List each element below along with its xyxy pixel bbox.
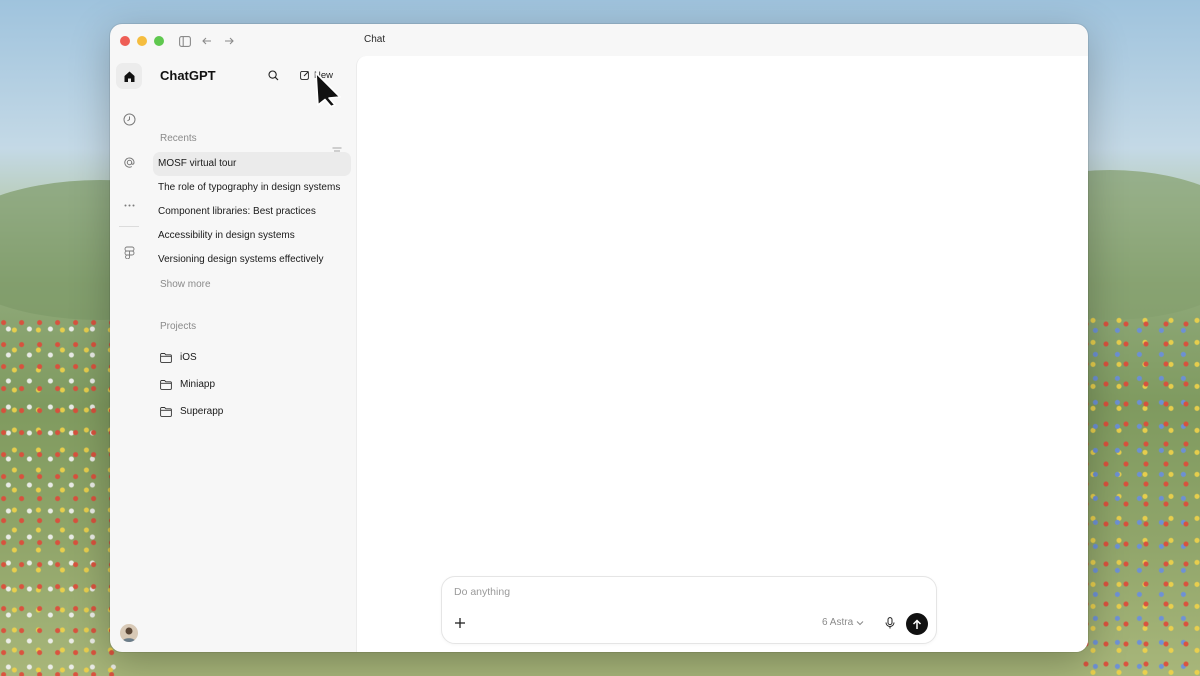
chevron-down-icon bbox=[856, 620, 864, 625]
folder-icon bbox=[160, 406, 172, 417]
sidebar: ChatGPT New Recents MOSF virtual tour Th… bbox=[148, 58, 356, 652]
zoom-window-button[interactable] bbox=[154, 36, 164, 46]
more-button[interactable] bbox=[116, 192, 142, 218]
search-icon bbox=[267, 69, 278, 80]
rail-divider bbox=[119, 226, 139, 227]
background-flowers bbox=[0, 316, 120, 676]
folder-icon bbox=[160, 352, 172, 363]
close-window-button[interactable] bbox=[120, 36, 130, 46]
recent-chat-item[interactable]: Component libraries: Best practices bbox=[153, 200, 351, 224]
minimize-window-button[interactable] bbox=[137, 36, 147, 46]
attach-button[interactable] bbox=[452, 615, 468, 631]
recent-chat-item[interactable]: MOSF virtual tour bbox=[153, 152, 351, 176]
recents-list: MOSF virtual tour The role of typography… bbox=[153, 152, 351, 272]
at-icon bbox=[123, 156, 135, 168]
home-icon bbox=[124, 71, 134, 82]
clock-icon bbox=[123, 113, 135, 125]
titlebar: Chat bbox=[110, 24, 1088, 58]
icon-rail bbox=[110, 58, 148, 652]
project-item-miniapp[interactable]: Miniapp bbox=[160, 371, 223, 398]
arrow-up-icon bbox=[912, 618, 922, 629]
model-selector[interactable]: 6 Astra bbox=[822, 617, 864, 628]
message-composer: 6 Astra bbox=[441, 576, 937, 644]
app-window: Chat ChatGPT New Recents MOSF virtual to… bbox=[110, 24, 1088, 652]
background-flowers bbox=[1080, 316, 1200, 676]
chat-main-area: 6 Astra bbox=[356, 56, 1088, 652]
compose-icon bbox=[300, 70, 309, 80]
message-input[interactable] bbox=[452, 585, 796, 599]
project-label: iOS bbox=[180, 352, 197, 363]
folder-icon bbox=[160, 379, 172, 390]
forward-arrow-icon[interactable] bbox=[222, 34, 236, 48]
projects-list: iOS Miniapp Superapp bbox=[160, 344, 223, 425]
voice-input-button[interactable] bbox=[882, 615, 898, 631]
search-button[interactable] bbox=[264, 66, 282, 84]
microphone-icon bbox=[885, 617, 895, 629]
project-item-superapp[interactable]: Superapp bbox=[160, 398, 223, 425]
project-label: Superapp bbox=[180, 406, 224, 417]
projects-heading: Projects bbox=[160, 321, 197, 332]
recent-chat-item[interactable]: Accessibility in design systems bbox=[153, 224, 351, 248]
project-label: Miniapp bbox=[180, 379, 216, 390]
traffic-lights bbox=[120, 36, 164, 46]
plus-icon bbox=[455, 618, 465, 628]
more-icon bbox=[124, 204, 134, 206]
model-label: 6 Astra bbox=[822, 617, 854, 628]
send-button[interactable] bbox=[906, 613, 928, 635]
recent-chat-item[interactable]: Versioning design systems effectively bbox=[153, 248, 351, 272]
recent-chat-item[interactable]: The role of typography in design systems bbox=[153, 176, 351, 200]
mouse-cursor-icon bbox=[315, 72, 341, 107]
recents-heading: Recents bbox=[160, 133, 197, 144]
figma-app-button[interactable] bbox=[116, 239, 142, 265]
app-name: ChatGPT bbox=[160, 68, 216, 83]
window-title: Chat bbox=[364, 34, 386, 45]
mentions-button[interactable] bbox=[116, 149, 142, 175]
home-button[interactable] bbox=[116, 63, 142, 89]
sidebar-toggle-icon[interactable] bbox=[178, 34, 192, 48]
figma-icon bbox=[124, 246, 134, 259]
back-arrow-icon[interactable] bbox=[200, 34, 214, 48]
project-item-ios[interactable]: iOS bbox=[160, 344, 223, 371]
history-button[interactable] bbox=[116, 106, 142, 132]
show-more-link[interactable]: Show more bbox=[160, 279, 211, 290]
avatar[interactable] bbox=[120, 624, 138, 642]
